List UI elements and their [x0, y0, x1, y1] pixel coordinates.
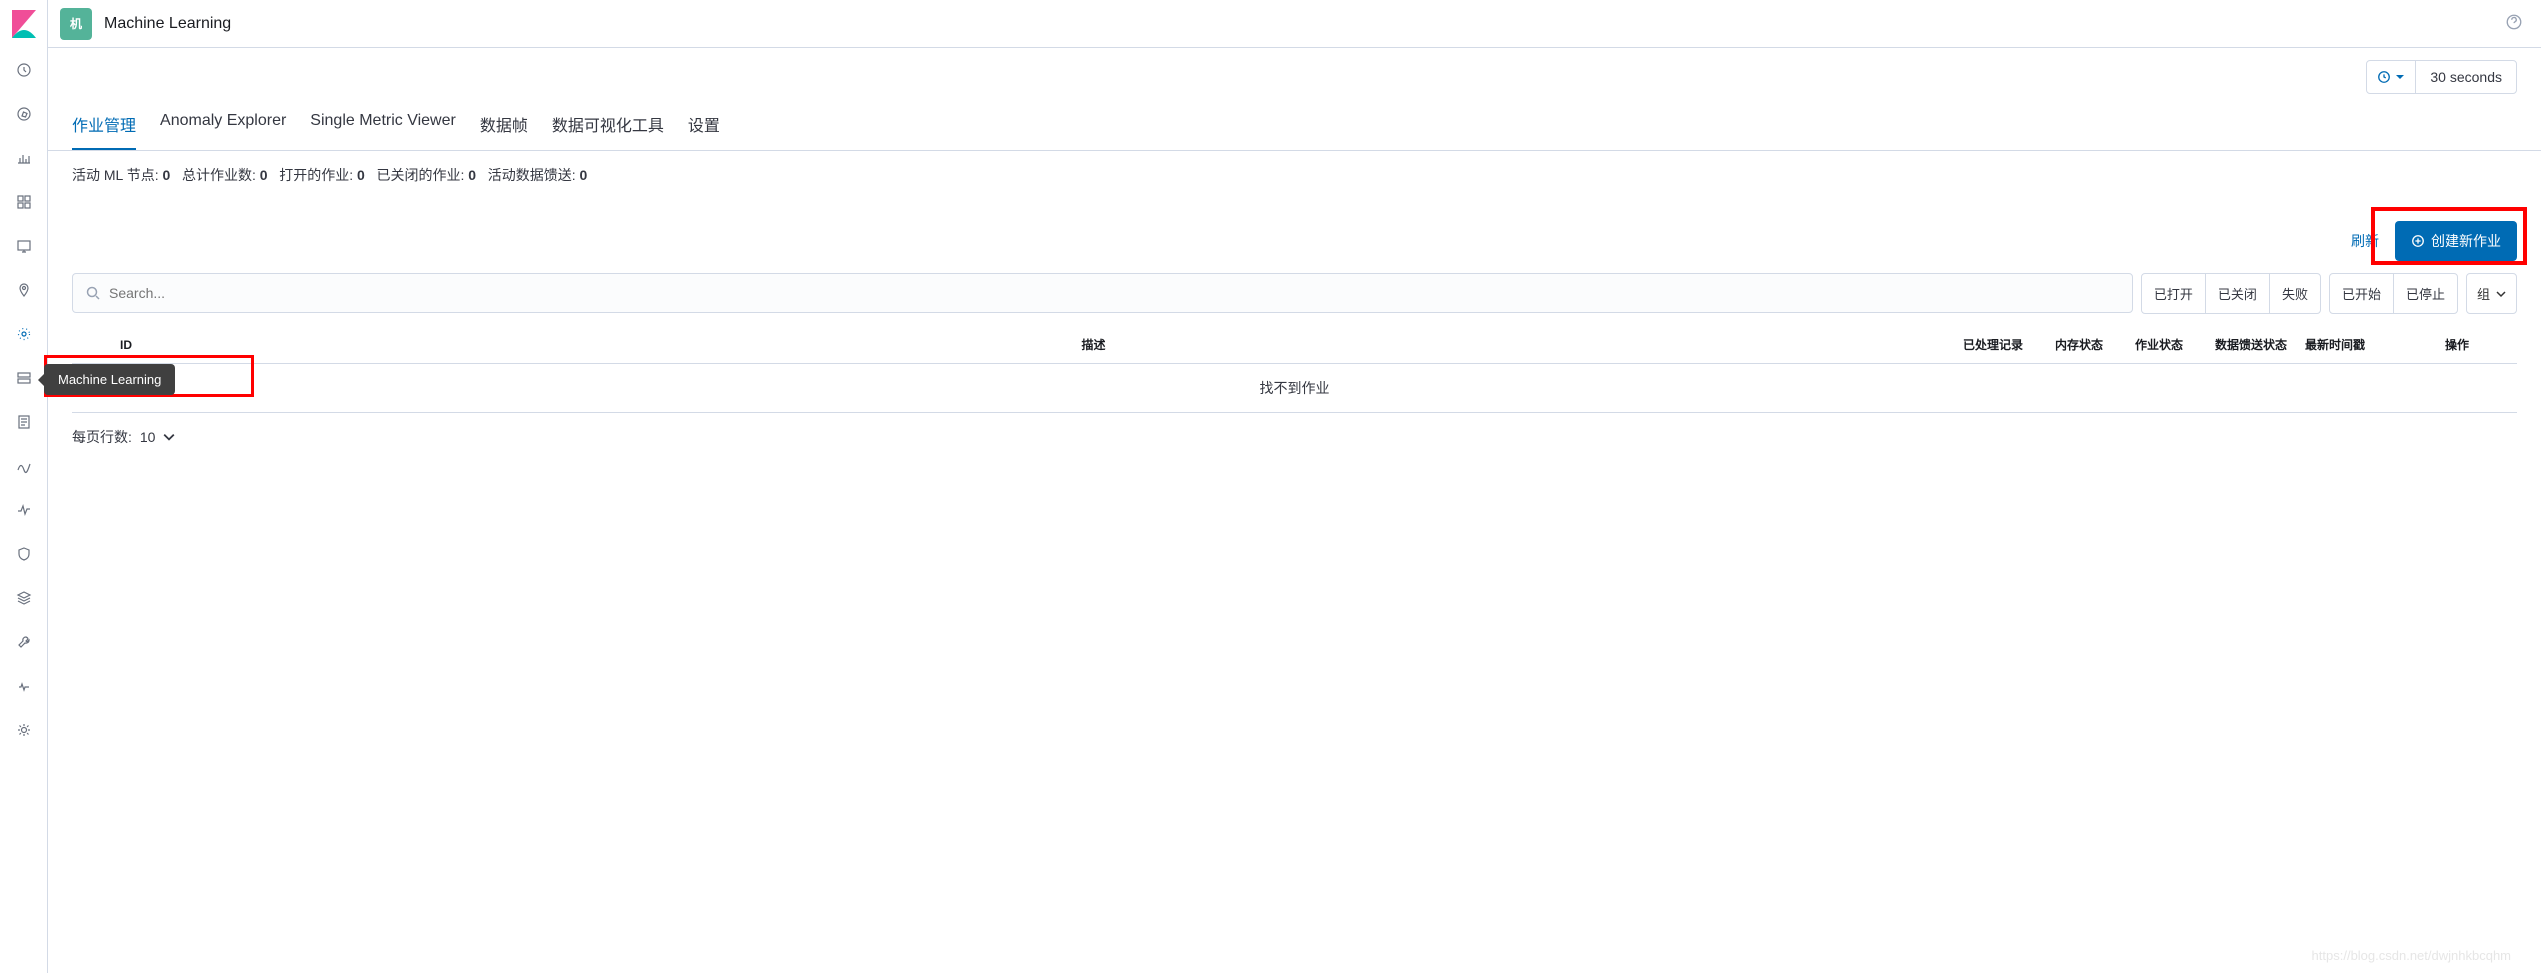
filter-group-select[interactable]: 组 [2466, 273, 2517, 314]
col-job-state[interactable]: 作业状态 [2127, 336, 2207, 353]
filter-started[interactable]: 已开始 [2330, 274, 2394, 313]
tab-anomaly-explorer[interactable]: Anomaly Explorer [160, 112, 286, 150]
filter-stopped[interactable]: 已停止 [2394, 274, 2457, 313]
kibana-logo[interactable] [8, 8, 40, 40]
filter-opened[interactable]: 已打开 [2142, 274, 2206, 313]
chevron-down-icon [2496, 289, 2506, 299]
nav-monitoring-icon[interactable] [0, 664, 48, 708]
clock-icon [2377, 70, 2391, 84]
nav-stack-icon[interactable] [0, 576, 48, 620]
tab-single-metric-viewer[interactable]: Single Metric Viewer [310, 112, 456, 150]
col-ops: 操作 [2397, 336, 2517, 353]
filter-failed[interactable]: 失败 [2270, 274, 2320, 313]
tab-settings[interactable]: 设置 [688, 112, 720, 150]
search-container[interactable] [72, 273, 2133, 313]
nav-canvas-icon[interactable] [0, 224, 48, 268]
nav-uptime-icon[interactable] [0, 488, 48, 532]
table-empty-message: 找不到作业 [72, 364, 2517, 413]
create-job-button[interactable]: 创建新作业 [2395, 221, 2517, 261]
col-id[interactable]: ID [112, 338, 232, 352]
nav-dashboard-icon[interactable] [0, 180, 48, 224]
tab-data-visualizer[interactable]: 数据可视化工具 [552, 112, 664, 150]
nav-logs-icon[interactable] [0, 400, 48, 444]
nav-discover-icon[interactable] [0, 92, 48, 136]
tab-job-management[interactable]: 作业管理 [72, 112, 136, 150]
tab-dataframe[interactable]: 数据帧 [480, 112, 528, 150]
chevron-down-icon [163, 431, 175, 443]
nav-siem-icon[interactable] [0, 532, 48, 576]
nav-recently-icon[interactable] [0, 48, 48, 92]
refresh-interval-value: 30 seconds [2416, 61, 2516, 93]
nav-dev-tools-icon[interactable] [0, 620, 48, 664]
header-help-icon[interactable] [2499, 7, 2529, 40]
col-feed-state[interactable]: 数据馈送状态 [2207, 336, 2297, 353]
search-icon [85, 285, 101, 301]
col-latest-time[interactable]: 最新时间戳 [2297, 336, 2397, 353]
plus-circle-icon [2411, 234, 2425, 248]
watermark: https://blog.csdn.net/dwjnhkbcqhm [2312, 948, 2511, 963]
refresh-interval-control[interactable]: 30 seconds [2366, 60, 2517, 94]
rows-per-page[interactable]: 每页行数: 10 [48, 413, 2541, 461]
col-memory[interactable]: 内存状态 [2047, 336, 2127, 353]
nav-management-icon[interactable] [0, 708, 48, 752]
breadcrumb-title[interactable]: Machine Learning [104, 15, 231, 33]
app-badge: 机 [60, 8, 92, 40]
nav-visualize-icon[interactable] [0, 136, 48, 180]
job-stats-bar: 活动 ML 节点: 0 总计作业数: 0 打开的作业: 0 已关闭的作业: 0 … [48, 151, 2541, 199]
chevron-down-icon [2395, 72, 2405, 82]
col-description[interactable]: 描述 [232, 336, 1955, 353]
nav-maps-icon[interactable] [0, 268, 48, 312]
search-input[interactable] [109, 285, 2120, 301]
refresh-link[interactable]: 刷新 [2351, 231, 2379, 251]
col-processed[interactable]: 已处理记录 [1955, 336, 2047, 353]
nav-apm-icon[interactable] [0, 444, 48, 488]
filter-closed[interactable]: 已关闭 [2206, 274, 2270, 313]
nav-tooltip: Machine Learning [44, 364, 175, 395]
nav-machine-learning-icon[interactable] [0, 312, 48, 356]
